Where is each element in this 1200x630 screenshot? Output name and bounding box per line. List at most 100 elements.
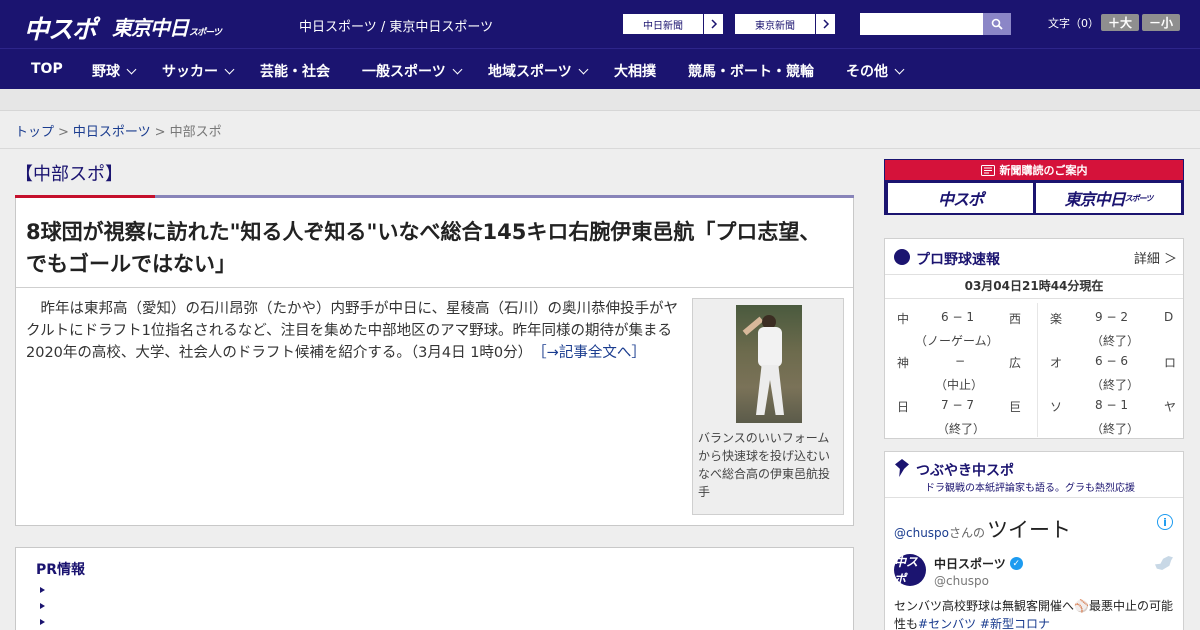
font-larger-button[interactable]: ＋大 — [1101, 14, 1139, 31]
nav-item-others[interactable]: その他 — [846, 61, 905, 81]
game-status: （終了） — [1091, 334, 1140, 348]
twitter-panel-header: つぶやき中スポ ドラ観戦の本紙評論家も語る。グラも熱烈応援 — [885, 452, 1183, 498]
nav-item-soccer[interactable]: サッカー — [162, 61, 235, 81]
game-away-team[interactable]: 巨 — [1009, 398, 1021, 415]
chevron-down-icon — [452, 64, 463, 74]
game-home-team[interactable]: ソ — [1050, 398, 1062, 415]
divider — [16, 287, 853, 288]
game-score[interactable]: 6 − 1 — [941, 310, 974, 324]
info-icon[interactable]: i — [1157, 514, 1173, 530]
pr-title: PR情報 — [36, 562, 86, 578]
game-home-team[interactable]: 中 — [897, 310, 909, 327]
game-score[interactable]: 6 − 6 — [1095, 354, 1128, 368]
breadcrumb-separator: > — [58, 125, 69, 140]
nav-label: 競馬・ボート・競輪 — [688, 64, 814, 80]
nav-item-baseball[interactable]: 野球 — [92, 61, 137, 81]
main-nav: TOP 野球 サッカー 芸能・社会 一般スポーツ 地域スポーツ 大相撲 競馬・ボ… — [0, 48, 1200, 89]
article-headline[interactable]: 8球団が視察に訪れた"知る人ぞ知る"いなべ総合145キロ右腕伊東邑航「プロ志望、… — [26, 216, 826, 280]
article-summary: 昨年は東邦高（愛知）の石川昂弥（たかや）内野手が中日に、星稜高（石川）の奥川恭伸… — [26, 298, 686, 364]
chevron-down-icon — [578, 64, 589, 74]
baseball-panel-header: プロ野球速報 詳細 ＞ — [885, 239, 1183, 275]
twitter-handle-link[interactable]: @chuspo — [894, 526, 949, 540]
chevron-right-icon — [703, 14, 723, 34]
game-home-team[interactable]: 神 — [897, 354, 909, 371]
twitter-bird-icon[interactable] — [1155, 556, 1173, 570]
chevron-right-icon — [815, 14, 835, 34]
handle-suffix: さんの — [949, 526, 986, 540]
subscribe-chuspo-button[interactable]: 中スポ — [888, 183, 1033, 213]
nav-label: 地域スポーツ — [488, 64, 572, 80]
subscription-label: 新聞購読のご案内 — [999, 164, 1088, 177]
account-name-text: 中日スポーツ — [934, 557, 1006, 571]
game-status: （終了） — [1091, 378, 1140, 392]
article-photo-box: バランスのいいフォームから快速球を投げ込むいなべ総合高の伊東邑航投手 — [692, 298, 844, 515]
twitter-panel-title: つぶやき中スポ — [916, 463, 1014, 479]
chuspo-logo[interactable]: 中スポ — [24, 10, 97, 46]
font-smaller-button[interactable]: －小 — [1142, 14, 1180, 31]
game-score[interactable]: 9 − 2 — [1095, 310, 1128, 324]
game-away-team[interactable]: ロ — [1164, 354, 1176, 371]
game-away-team[interactable]: 西 — [1009, 310, 1021, 327]
article-card: 8球団が視察に訪れた"知る人ぞ知る"いなべ総合145キロ右腕伊東邑航「プロ志望、… — [15, 198, 854, 526]
photo-caption: バランスのいいフォームから快速球を投げ込むいなべ総合高の伊東邑航投手 — [698, 431, 831, 499]
game-score[interactable]: 7 − 7 — [941, 398, 974, 412]
game-away-team[interactable]: 広 — [1009, 354, 1021, 371]
nav-item-sumo[interactable]: 大相撲 — [614, 61, 656, 81]
article-photo[interactable] — [736, 305, 802, 423]
nav-label: 芸能・社会 — [260, 64, 330, 80]
newspaper-icon — [980, 164, 995, 176]
nav-label: 野球 — [92, 64, 120, 80]
read-more-link[interactable]: ［→記事全文へ］ — [539, 345, 645, 361]
tokyo-shimbun-link[interactable]: 東京新聞 — [734, 13, 836, 35]
breadcrumb-home[interactable]: トップ — [15, 125, 54, 140]
divider — [885, 298, 1183, 299]
tweet-account-name[interactable]: 中日スポーツ ✓ — [934, 555, 1023, 572]
nav-item-general-sports[interactable]: 一般スポーツ — [362, 61, 463, 81]
game-home-team[interactable]: 日 — [897, 398, 909, 415]
twitter-panel: つぶやき中スポ ドラ観戦の本紙評論家も語る。グラも熱烈応援 @chuspoさんの… — [884, 451, 1184, 630]
tweet-text-part: センバツ高校野球は無観客開催へ — [894, 599, 1075, 613]
subscription-header[interactable]: 新聞購読のご案内 — [885, 160, 1183, 180]
bullet-triangle-icon — [40, 587, 45, 593]
game-score[interactable]: − — [955, 354, 965, 368]
search-input[interactable] — [860, 13, 983, 35]
tokyo-logo-text: 東京中日 — [112, 16, 189, 40]
hashtag-link[interactable]: #新型コロナ — [980, 617, 1050, 630]
search-button[interactable] — [983, 13, 1011, 35]
verified-badge-icon: ✓ — [1009, 557, 1023, 570]
game-away-team[interactable]: ヤ — [1164, 398, 1176, 415]
nav-item-top[interactable]: TOP — [31, 61, 63, 77]
breadcrumb-separator: > — [154, 125, 166, 140]
game-away-team[interactable]: D — [1164, 310, 1173, 324]
nav-item-entertainment[interactable]: 芸能・社会 — [260, 61, 330, 81]
nav-item-regional-sports[interactable]: 地域スポーツ — [488, 61, 589, 81]
game-home-team[interactable]: オ — [1050, 354, 1062, 371]
breadcrumb-section[interactable]: 中日スポーツ — [73, 125, 151, 140]
font-size-label: 文字（0） — [1048, 17, 1099, 30]
hashtag-link[interactable]: #センバツ — [918, 617, 976, 630]
bullet-triangle-icon — [40, 619, 45, 625]
tokyo-logo-small: スポーツ — [189, 28, 222, 38]
tweets-heading-text: ツイート — [987, 518, 1072, 542]
subscribe-tokyo-small: スポーツ — [1124, 193, 1154, 203]
game-home-team[interactable]: 楽 — [1050, 310, 1062, 327]
bullet-triangle-icon — [40, 603, 45, 609]
nav-item-racing[interactable]: 競馬・ボート・競輪 — [688, 61, 814, 81]
tokyo-chunichi-logo[interactable]: 東京中日スポーツ — [112, 12, 222, 41]
baseball-icon — [894, 249, 910, 265]
game-status: （ノーゲーム） — [915, 334, 999, 348]
subscribe-tokyo-button[interactable]: 東京中日 スポーツ — [1036, 183, 1181, 213]
chunichi-shimbun-link[interactable]: 中日新聞 — [622, 13, 724, 35]
avatar[interactable]: 中スポ — [894, 554, 926, 586]
baseball-scores-panel: プロ野球速報 詳細 ＞ 03月04日21時44分現在 中 6 − 1 西 （ノー… — [884, 238, 1184, 439]
game-score[interactable]: 8 − 1 — [1095, 398, 1128, 412]
chevron-down-icon — [894, 64, 905, 74]
nav-label: TOP — [31, 61, 63, 77]
baseball-updated-time: 03月04日21時44分現在 — [964, 279, 1104, 293]
baseball-detail-link[interactable]: 詳細 ＞ — [1134, 248, 1177, 267]
chevron-down-icon — [126, 64, 137, 74]
tweet-account-handle[interactable]: @chuspo — [934, 574, 989, 588]
spacer-strip — [0, 89, 1200, 111]
pr-box: PR情報 — [15, 547, 854, 630]
search-icon — [991, 18, 1003, 30]
